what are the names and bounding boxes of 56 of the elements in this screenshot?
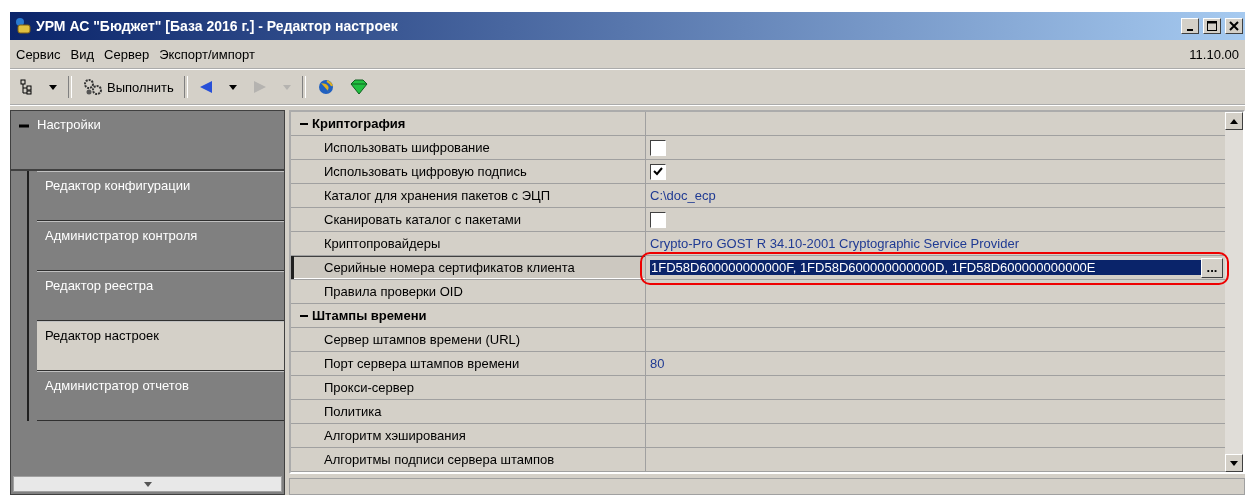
checkbox[interactable] — [650, 163, 666, 180]
property-label: Прокси-сервер — [324, 380, 414, 395]
gears-icon — [82, 78, 104, 96]
maximize-button[interactable] — [1203, 18, 1221, 34]
property-label: Сервер штампов времени (URL) — [324, 332, 521, 347]
menu-item[interactable]: Экспорт/импорт — [159, 46, 261, 62]
gem-icon — [349, 79, 368, 95]
property-value: C:\doc_ecp — [650, 188, 716, 203]
checkbox[interactable] — [650, 139, 666, 156]
checkbox[interactable] — [650, 211, 666, 228]
caret-icon — [142, 479, 153, 489]
sidebar-item[interactable]: Редактор реестра — [37, 271, 284, 321]
ellipsis-button[interactable]: ... — [1201, 257, 1223, 278]
date-label: 11.10.00 — [1189, 46, 1239, 62]
close-icon — [1229, 21, 1239, 31]
value-input[interactable]: 1FD58D600000000000F, 1FD58D600000000000D, 1FD58D600000000000E — [650, 260, 1201, 275]
down-arrow-icon — [1229, 458, 1239, 468]
maximize-icon — [1207, 21, 1217, 31]
property-group-row[interactable]: Штампы времени — [291, 304, 1225, 328]
app-icon — [14, 17, 32, 35]
property-label: Криптопровайдеры — [324, 236, 441, 251]
caret-icon — [227, 82, 238, 92]
scrollbar[interactable] — [1225, 112, 1243, 472]
property-label: Порт сервера штампов времени — [324, 356, 520, 371]
tree-icon — [20, 79, 34, 95]
group-title: Штампы времени — [312, 308, 427, 323]
property-label: Каталог для хранения пакетов с ЭЦП — [324, 188, 551, 203]
scroll-up-button[interactable] — [1225, 112, 1243, 130]
sidebar-item[interactable]: Редактор настроек — [37, 321, 284, 371]
property-label: Использовать шифрование — [324, 140, 490, 155]
minimize-icon — [1187, 28, 1193, 31]
run-button[interactable]: Выполнить — [78, 74, 178, 100]
property-value: 80 — [650, 356, 665, 371]
sidebar-item[interactable]: Администратор отчетов — [37, 371, 284, 421]
caret-icon — [281, 82, 292, 92]
group-title: Криптография — [312, 116, 406, 131]
property-label: Алгоритмы подписи сервера штампов — [324, 452, 555, 467]
property-group-row[interactable]: Криптография — [291, 112, 1225, 136]
property-label: Алгоритм хэширования — [324, 428, 466, 443]
forward-arrow-icon — [251, 80, 268, 94]
minimize-button[interactable] — [1181, 18, 1199, 34]
property-label: Сканировать каталог с пакетами — [324, 212, 522, 227]
menu-item[interactable]: Сервис — [16, 46, 67, 62]
close-button[interactable] — [1225, 18, 1243, 34]
sidebar-item[interactable]: Администратор контроля — [37, 221, 284, 271]
window-title: УРМ АС "Бюджет" [База 2016 г.] - Редактор настроек — [36, 18, 399, 34]
property-label: Серийные номера сертификатов клиента — [324, 260, 575, 275]
property-label: Использовать цифровую подпись — [324, 164, 527, 179]
property-value: Crypto-Pro GOST R 34.10-2001 Cryptographic Service Provider — [650, 236, 1019, 251]
checkmark-icon — [653, 167, 663, 176]
property-label: Правила проверки OID — [324, 284, 463, 299]
property-label: Политика — [324, 404, 382, 419]
sidebar-item[interactable]: Редактор конфигурации — [37, 171, 284, 221]
menu-item[interactable]: Сервер — [104, 46, 156, 62]
menu-item[interactable]: Вид — [70, 46, 101, 62]
caret-icon — [48, 82, 58, 92]
